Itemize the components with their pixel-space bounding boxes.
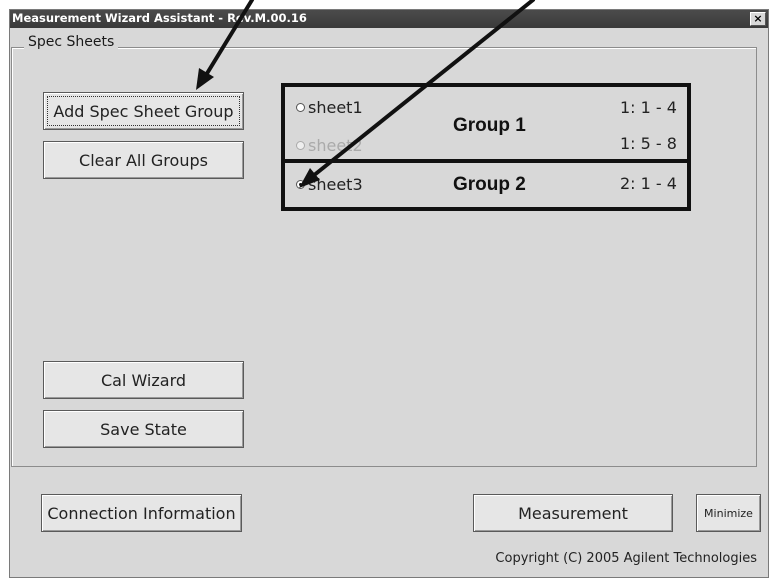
- sheet-label: sheet3: [308, 175, 363, 194]
- sheet-range: 1: 1 - 4: [620, 98, 677, 117]
- radio-button-icon: [296, 141, 305, 150]
- sheet-label: sheet1: [308, 98, 363, 117]
- copyright-text: Copyright (C) 2005 Agilent Technologies: [495, 551, 757, 566]
- minimize-button[interactable]: Minimize: [696, 494, 761, 532]
- sheet-label: sheet2: [308, 136, 363, 155]
- title-bar[interactable]: Measurement Wizard Assistant - Rev.M.00.…: [10, 10, 768, 28]
- group-1-label: Group 1: [453, 115, 526, 136]
- connection-information-button[interactable]: Connection Information: [41, 494, 242, 532]
- sheet-range: 2: 1 - 4: [620, 174, 677, 193]
- close-button[interactable]: ×: [750, 12, 766, 26]
- sheet-radio-1[interactable]: sheet1: [296, 98, 363, 117]
- window-title: Measurement Wizard Assistant - Rev.M.00.…: [12, 11, 307, 25]
- sheet-radio-3[interactable]: sheet3: [296, 175, 363, 194]
- sheet-range: 1: 5 - 8: [620, 134, 677, 153]
- measurement-button[interactable]: Measurement: [473, 494, 673, 532]
- radio-button-icon[interactable]: [296, 180, 305, 189]
- group-2-label: Group 2: [453, 174, 526, 195]
- radio-button-icon[interactable]: [296, 103, 305, 112]
- spec-sheets-legend: Spec Sheets: [24, 34, 119, 50]
- clear-all-groups-button[interactable]: Clear All Groups: [43, 141, 244, 179]
- save-state-button[interactable]: Save State: [43, 410, 244, 448]
- cal-wizard-button[interactable]: Cal Wizard: [43, 361, 244, 399]
- add-spec-sheet-group-button[interactable]: Add Spec Sheet Group: [43, 92, 244, 130]
- sheet-radio-2: sheet2: [296, 136, 363, 155]
